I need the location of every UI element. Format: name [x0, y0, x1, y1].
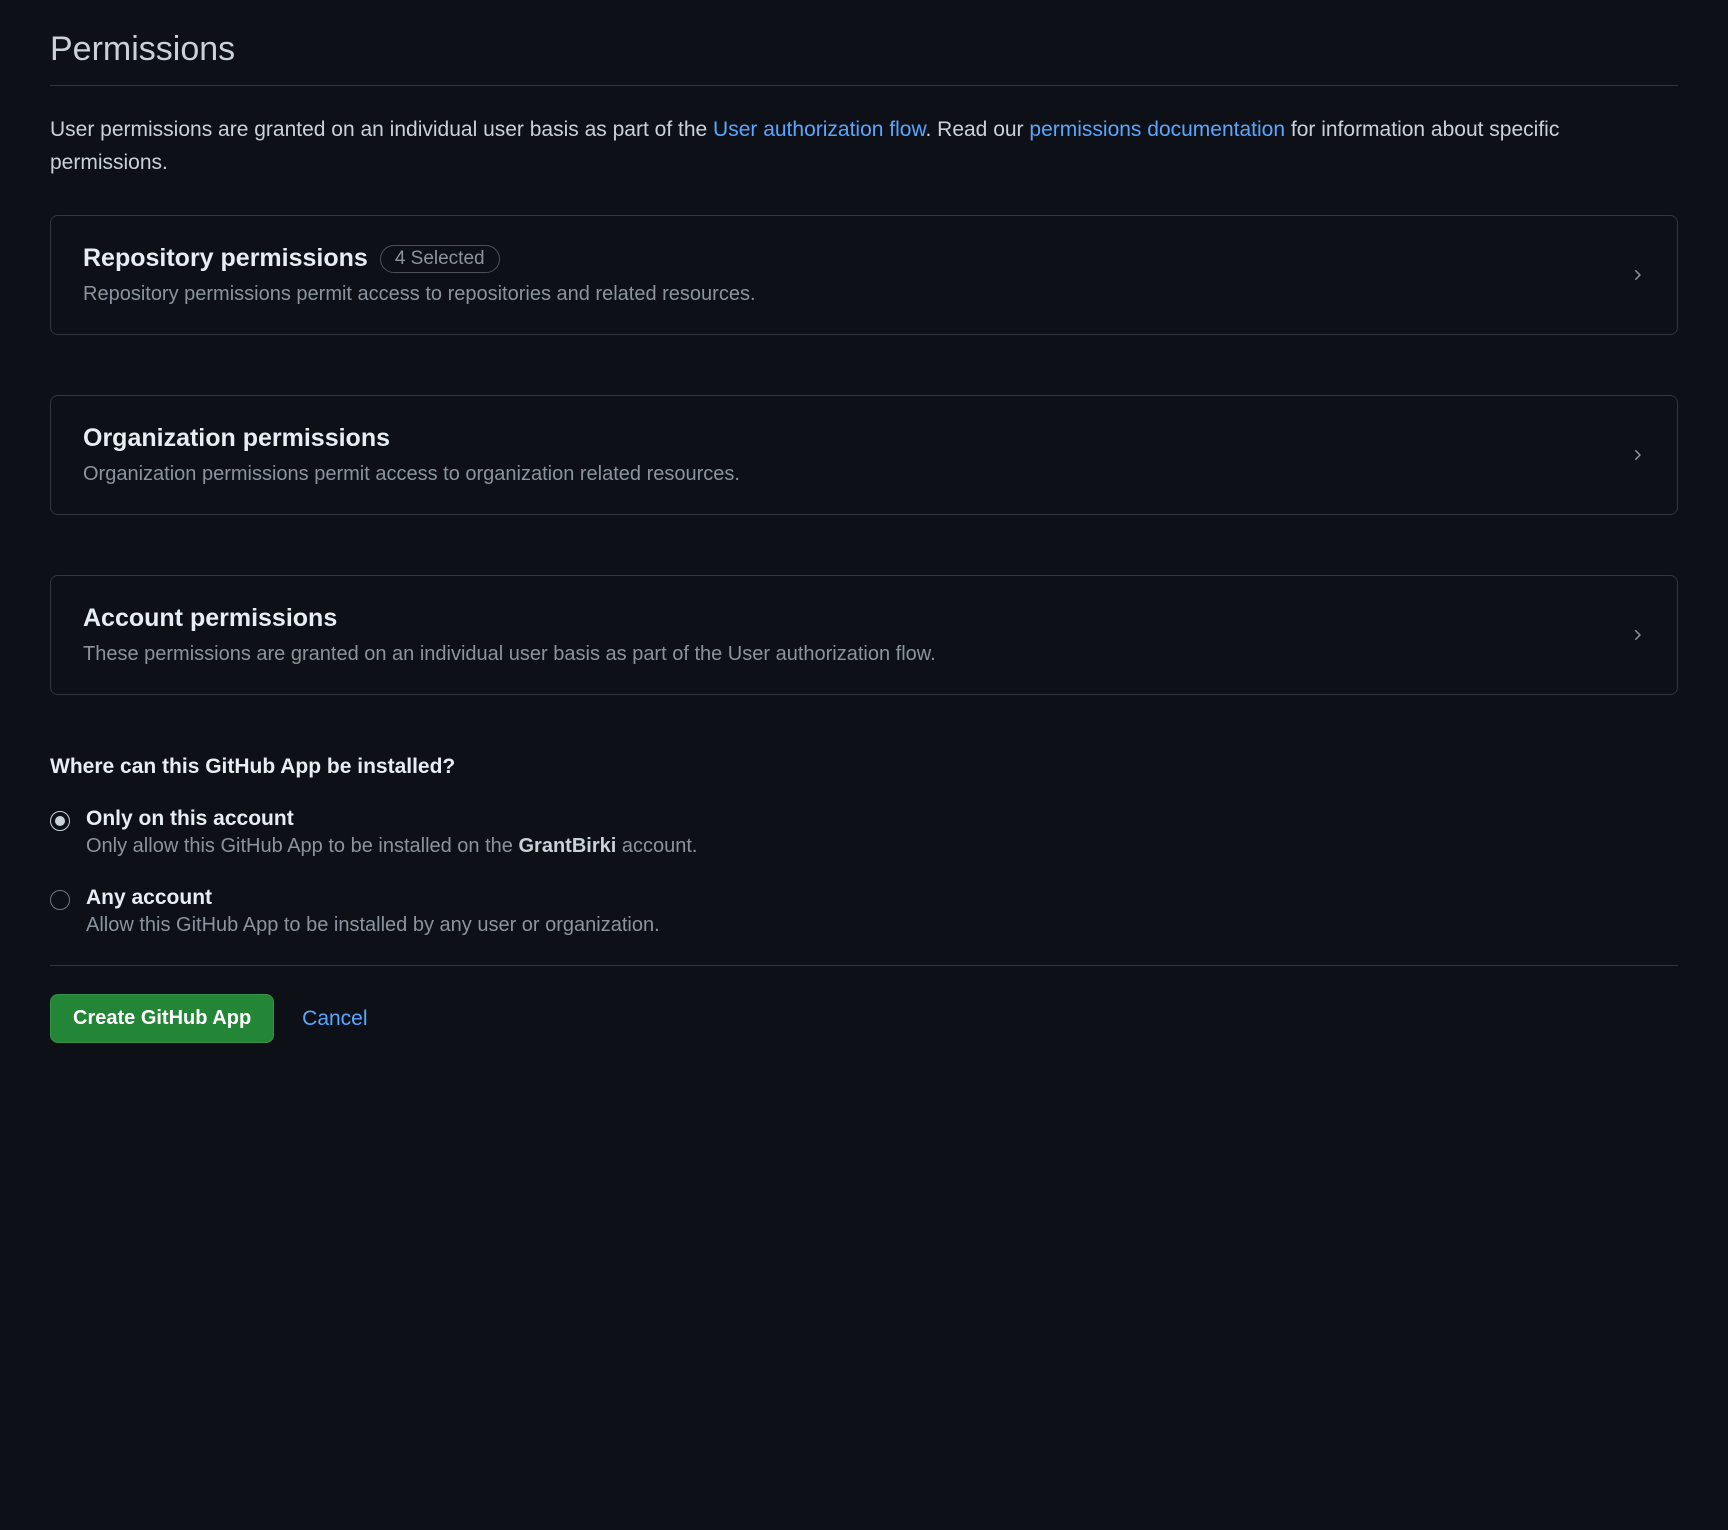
actions-divider: [50, 965, 1678, 966]
account-permissions-card[interactable]: Account permissions These permissions ar…: [50, 575, 1678, 695]
intro-paragraph: User permissions are granted on an indiv…: [50, 114, 1678, 179]
account-permissions-desc: These permissions are granted on an indi…: [83, 643, 1629, 666]
install-only-desc-prefix: Only allow this GitHub App to be install…: [86, 835, 518, 857]
install-only-desc: Only allow this GitHub App to be install…: [86, 835, 697, 858]
repository-selected-badge: 4 Selected: [380, 245, 500, 273]
intro-text-after-link1: . Read our: [925, 118, 1029, 141]
install-only-radio[interactable]: [50, 811, 70, 831]
form-actions: Create GitHub App Cancel: [50, 994, 1678, 1043]
repository-permissions-title: Repository permissions: [83, 244, 368, 273]
organization-permissions-desc: Organization permissions permit access t…: [83, 463, 1629, 486]
install-only-option: Only on this account Only allow this Git…: [50, 807, 1678, 858]
account-permissions-title: Account permissions: [83, 604, 337, 633]
install-only-desc-suffix: account.: [616, 835, 697, 857]
install-any-option: Any account Allow this GitHub App to be …: [50, 886, 1678, 937]
repository-permissions-desc: Repository permissions permit access to …: [83, 283, 1629, 306]
chevron-right-icon: [1629, 267, 1645, 283]
repository-permissions-card[interactable]: Repository permissions 4 Selected Reposi…: [50, 215, 1678, 335]
organization-permissions-title: Organization permissions: [83, 424, 390, 453]
install-only-account-name: GrantBirki: [518, 835, 616, 857]
user-auth-flow-link[interactable]: User authorization flow: [713, 118, 925, 141]
cancel-button[interactable]: Cancel: [302, 1007, 367, 1031]
permissions-doc-link[interactable]: permissions documentation: [1029, 118, 1285, 141]
install-any-label[interactable]: Any account: [86, 886, 660, 910]
install-any-radio[interactable]: [50, 890, 70, 910]
install-any-desc: Allow this GitHub App to be installed by…: [86, 914, 660, 937]
intro-text-prefix: User permissions are granted on an indiv…: [50, 118, 713, 141]
chevron-right-icon: [1629, 627, 1645, 643]
organization-permissions-card[interactable]: Organization permissions Organization pe…: [50, 395, 1678, 515]
page-title: Permissions: [50, 30, 1678, 69]
install-location-title: Where can this GitHub App be installed?: [50, 755, 1678, 779]
title-divider: [50, 85, 1678, 86]
chevron-right-icon: [1629, 447, 1645, 463]
create-github-app-button[interactable]: Create GitHub App: [50, 994, 274, 1043]
install-only-label[interactable]: Only on this account: [86, 807, 697, 831]
